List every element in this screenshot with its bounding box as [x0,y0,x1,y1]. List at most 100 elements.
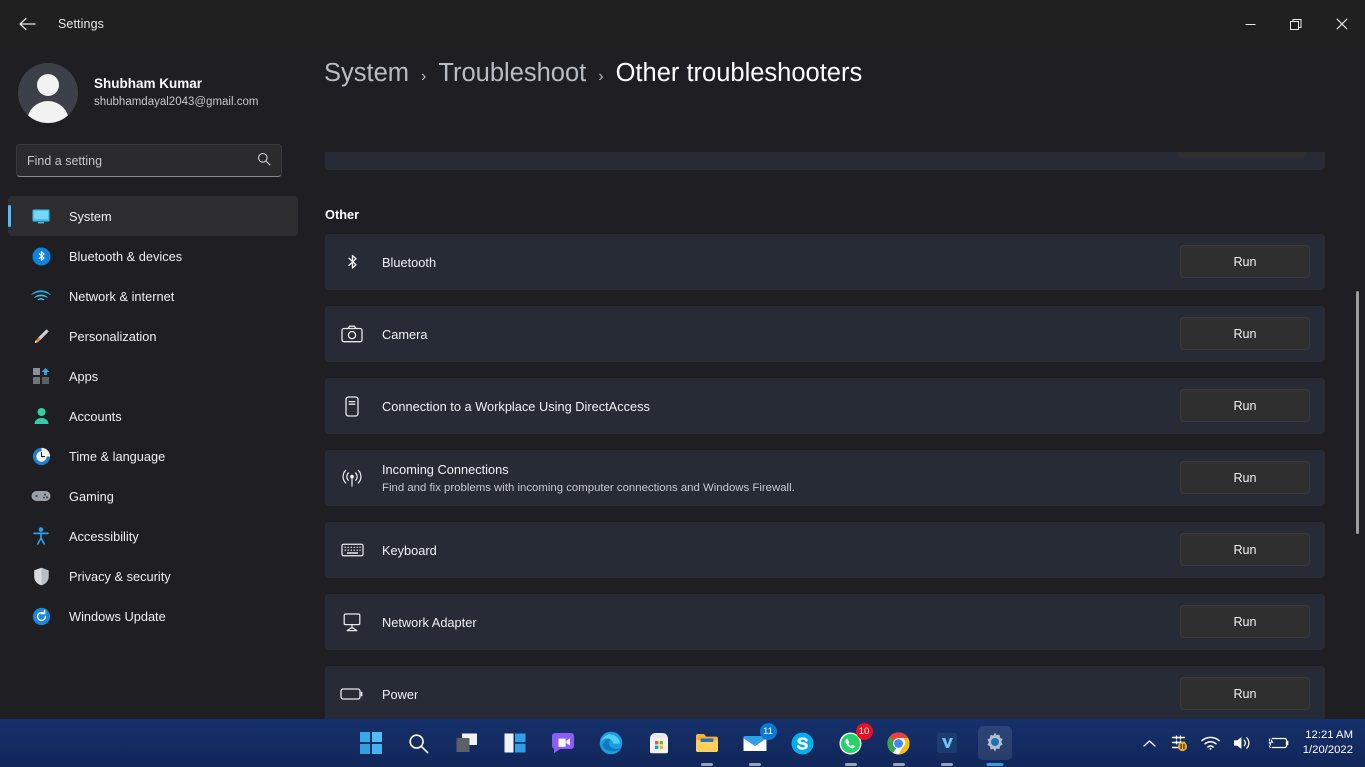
run-button[interactable]: Run [1180,461,1310,494]
volume-icon[interactable] [1233,735,1253,751]
table-row[interactable]: Power Run [325,666,1325,719]
clipped-run-button[interactable] [1177,152,1307,158]
file-explorer-button[interactable] [690,726,724,760]
battery-charging-icon[interactable] [1266,736,1290,750]
sidebar-item-windows-update[interactable]: Windows Update [8,596,298,636]
chrome-browser-icon [887,732,910,755]
edge-button[interactable] [594,726,628,760]
workplace-card-icon [340,394,364,418]
system-monitor-icon [30,206,52,226]
sidebar-item-label: Windows Update [69,609,166,624]
bluetooth-icon [30,246,52,266]
show-hidden-icons-chevron[interactable] [1143,739,1156,748]
avatar [18,63,78,123]
account-email: shubhamdayal2043@gmail.com [94,94,258,111]
table-row[interactable]: Connection to a Workplace Using DirectAc… [325,378,1325,434]
scrollbar-thumb[interactable] [1356,291,1359,534]
breadcrumb-item-troubleshoot[interactable]: Troubleshoot [438,59,586,88]
running-indicator [941,763,953,766]
running-indicator [845,763,857,766]
clock-date: 1/20/2022 [1303,743,1353,758]
run-button[interactable]: Run [1180,245,1310,278]
whatsapp-button[interactable]: 10 [834,726,868,760]
keyboard-icon [340,538,364,562]
account-block[interactable]: Shubham Kumar shubhamdayal2043@gmail.com [0,48,310,126]
run-button[interactable]: Run [1180,677,1310,710]
chat-button[interactable] [546,726,580,760]
sidebar-item-system[interactable]: System [8,196,298,236]
breadcrumb-separator: › [598,68,603,86]
clock-time: 12:21 AM [1303,728,1353,743]
search-box[interactable] [16,144,282,177]
sidebar-item-bluetooth-devices[interactable]: Bluetooth & devices [8,236,298,276]
table-row[interactable]: Bluetooth Run [325,234,1325,290]
sidebar-item-apps[interactable]: Apps [8,356,298,396]
sidebar-item-label: Gaming [69,489,114,504]
microsoft-store-icon [648,732,670,754]
wifi-icon [30,286,52,306]
run-button[interactable]: Run [1180,317,1310,350]
close-button[interactable] [1319,0,1365,48]
sidebar-item-time-language[interactable]: Time & language [8,436,298,476]
sidebar-item-accessibility[interactable]: Accessibility [8,516,298,556]
bluetooth-icon [340,250,364,274]
row-title: Keyboard [382,542,437,559]
sidebar-item-label: Accounts [69,409,122,424]
network-paused-icon[interactable] [1169,734,1188,752]
sidebar-item-network-internet[interactable]: Network & internet [8,276,298,316]
row-title: Incoming Connections [382,461,795,478]
account-person-icon [30,406,52,426]
sidebar-item-label: Privacy & security [69,569,171,584]
running-indicator [701,763,713,766]
windows-logo-icon [360,732,382,754]
task-view-button[interactable] [450,726,484,760]
breadcrumb-item-other-troubleshooters: Other troubleshooters [616,59,863,88]
clock[interactable]: 12:21 AM 1/20/2022 [1303,728,1353,758]
settings-window: Settings Shubham [0,0,1365,767]
broadcast-signal-icon [340,466,364,490]
skype-button[interactable] [786,726,820,760]
table-row[interactable]: Camera Run [325,306,1325,362]
file-explorer-icon [695,733,719,753]
sidebar-item-label: Personalization [69,329,157,344]
apps-icon [30,366,52,386]
window-controls [1227,0,1365,48]
sidebar-item-label: Time & language [69,449,165,464]
chat-teams-icon [551,732,575,754]
run-button[interactable]: Run [1180,533,1310,566]
chrome-button[interactable] [882,726,916,760]
sidebar-item-label: Network & internet [69,289,174,304]
table-row[interactable]: Keyboard Run [325,522,1325,578]
vertical-scrollbar[interactable] [1353,160,1362,719]
breadcrumb: System › Troubleshoot › Other troublesho… [310,48,1365,88]
wifi-icon[interactable] [1201,736,1220,750]
table-row[interactable]: Incoming Connections Find and fix proble… [325,450,1325,506]
sidebar-item-privacy-security[interactable]: Privacy & security [8,556,298,596]
run-button[interactable]: Run [1180,605,1310,638]
settings-button[interactable] [978,726,1012,760]
update-refresh-icon [30,606,52,626]
minimize-button[interactable] [1227,0,1273,48]
restore-button[interactable] [1273,0,1319,48]
sidebar-item-accounts[interactable]: Accounts [8,396,298,436]
run-button[interactable]: Run [1180,389,1310,422]
search-button[interactable] [402,726,436,760]
search-icon [257,152,271,169]
sidebar: Shubham Kumar shubhamdayal2043@gmail.com… [0,48,310,719]
sidebar-item-gaming[interactable]: Gaming [8,476,298,516]
clipped-row-top[interactable] [325,152,1325,170]
task-view-icon [456,733,478,753]
sidebar-item-personalization[interactable]: Personalization [8,316,298,356]
widgets-button[interactable] [498,726,532,760]
back-button[interactable] [6,8,50,40]
adobe-button[interactable] [930,726,964,760]
window-titlebar: Settings [0,0,1365,48]
mail-button[interactable]: 11 [738,726,772,760]
table-row[interactable]: Network Adapter Run [325,594,1325,650]
store-button[interactable] [642,726,676,760]
running-indicator [749,763,761,766]
search-input[interactable] [27,154,257,168]
breadcrumb-item-system[interactable]: System [324,59,409,88]
start-button[interactable] [354,726,388,760]
troubleshooter-list: Bluetooth Run Camera Run [325,234,1325,719]
